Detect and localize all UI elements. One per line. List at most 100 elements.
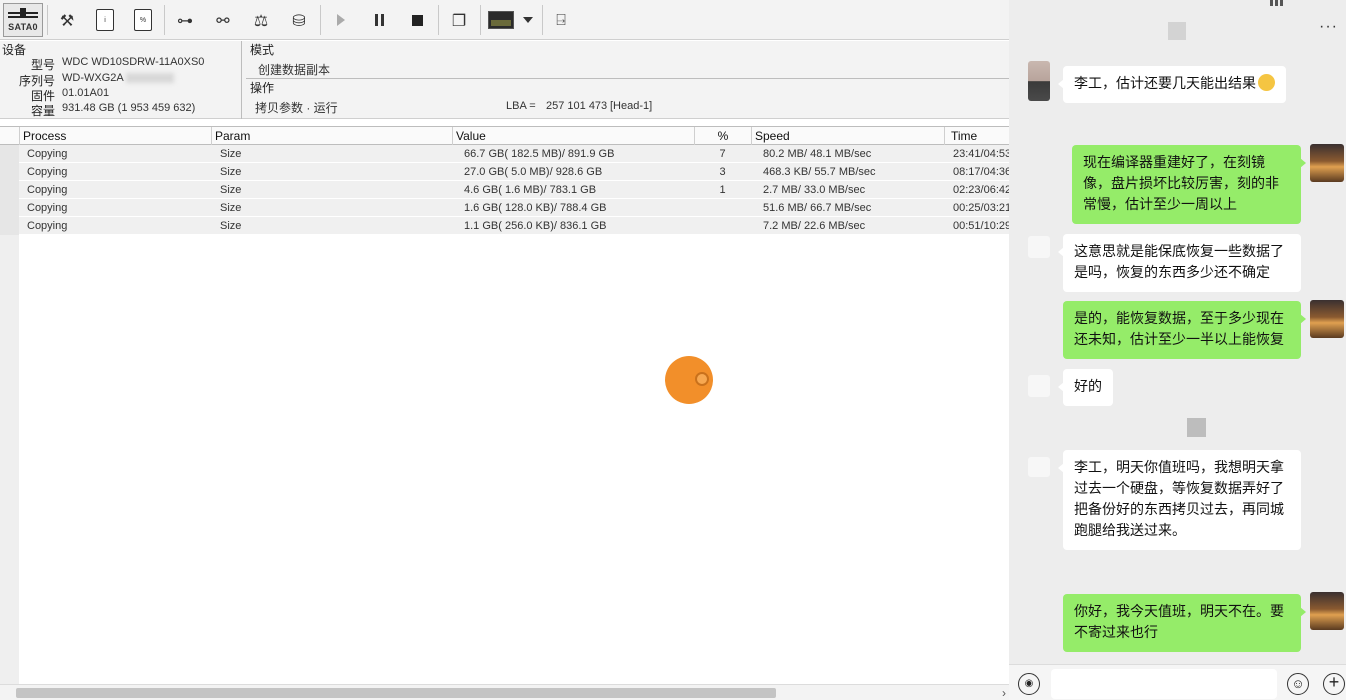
toolbar-separator (438, 5, 439, 35)
cell-time: 00:25/03:21 (953, 202, 1009, 214)
mode-panel: 模式 创建数据副本 (246, 41, 1009, 79)
more-options-icon[interactable]: ··· (1319, 18, 1338, 36)
table-row[interactable]: Copying Size 4.6 GB( 1.6 MB)/ 783.1 GB 1… (0, 181, 1009, 199)
device-firmware-row: 固件 01.01A01 (0, 87, 240, 103)
column-header-value[interactable]: Value (452, 127, 694, 145)
capacity-label: 容量 (30, 104, 55, 118)
process-table: Process Param Value % Speed Time Copying… (0, 126, 1009, 684)
toolbar: SATA0 ⚒ i % ⊶ ⚯ ⚖ ⛁ ❐ ⍈ (0, 0, 1009, 40)
cell-percent: 7 (719, 148, 726, 160)
cell-speed: 51.6 MB/ 66.7 MB/sec (763, 202, 872, 214)
column-header-process[interactable]: Process (19, 127, 211, 145)
scrollbar-thumb[interactable] (16, 688, 776, 698)
tree-button[interactable]: ⊶ (172, 3, 198, 37)
voice-input-icon[interactable]: ◉ (1018, 673, 1040, 695)
chat-message-sent: 你好，我今天值班，明天不在。要不寄过来也行 (1063, 594, 1306, 652)
avatar[interactable] (1310, 300, 1344, 338)
avatar[interactable] (1310, 592, 1344, 630)
binoculars-icon: ⚯ (216, 10, 230, 30)
column-header-percent[interactable]: % (694, 127, 751, 145)
chat-message-input[interactable] (1051, 669, 1277, 699)
avatar[interactable] (1028, 457, 1050, 477)
scale-icon: ⚖ (253, 10, 269, 30)
head-value: [Head-1] (610, 100, 653, 112)
percent-card-button[interactable]: % (130, 3, 156, 37)
search-button[interactable]: ⚯ (210, 3, 236, 37)
serial-redacted (125, 73, 174, 84)
monitor-button[interactable] (486, 3, 516, 37)
horizontal-scrollbar[interactable]: › (0, 684, 1009, 700)
sata-port-button[interactable]: SATA0 (3, 3, 43, 37)
scroll-right-icon[interactable]: › (1002, 686, 1006, 700)
cell-process: Copying (27, 202, 68, 214)
cell-value: 1.6 GB( 128.0 KB)/ 788.4 GB (464, 202, 607, 214)
emoji-picker-icon[interactable]: ☺ (1287, 673, 1309, 695)
avatar[interactable] (1028, 236, 1050, 258)
cell-process: Copying (27, 166, 68, 178)
scale-button[interactable]: ⚖ (248, 3, 274, 37)
model-label: 型号 (30, 58, 55, 72)
settings-tools-button[interactable]: ⚒ (54, 3, 80, 37)
pause-icon (374, 14, 384, 26)
avatar[interactable] (1028, 61, 1050, 101)
cell-param: Size (220, 148, 242, 160)
sata-port-icon (8, 7, 38, 18)
cell-time: 23:41/04:53 (953, 148, 1009, 160)
column-header-param[interactable]: Param (211, 127, 452, 145)
message-text: 现在编译器重建好了，在刻镜像，盘片损坏比较厉害，刻的非常慢，估计至少一周以上 (1083, 155, 1279, 213)
exit-button[interactable]: ⍈ (548, 3, 574, 37)
play-button[interactable] (328, 3, 354, 37)
lba-value: 257 101 473 (546, 100, 608, 112)
message-text: 好的 (1074, 379, 1102, 395)
signal-icon (1280, 0, 1283, 6)
chat-message-received: 好的 (1058, 369, 1113, 406)
emoji-icon (1258, 74, 1275, 91)
cell-time: 00:51/10:29 (953, 220, 1009, 232)
column-header-speed[interactable]: Speed (751, 127, 944, 145)
recovery-app-window: SATA0 ⚒ i % ⊶ ⚯ ⚖ ⛁ ❐ ⍈ 设备 型号 WDC WD10SD… (0, 0, 1009, 700)
column-header-time[interactable]: Time (944, 127, 1009, 145)
add-attachment-icon[interactable]: + (1323, 673, 1345, 695)
avatar[interactable] (1310, 144, 1344, 182)
table-row[interactable]: Copying Size 27.0 GB( 5.0 MB)/ 928.6 GB … (0, 163, 1009, 181)
stop-icon (411, 14, 423, 26)
pause-button[interactable] (366, 3, 392, 37)
table-row[interactable]: Copying Size 1.6 GB( 128.0 KB)/ 788.4 GB… (0, 199, 1009, 217)
firmware-value: 01.01A01 (62, 87, 110, 99)
cell-param: Size (220, 202, 242, 214)
stop-button[interactable] (404, 3, 430, 37)
message-text: 李工，估计还要几天能出结果 (1074, 76, 1256, 92)
row-gutter-cell (0, 163, 19, 181)
cell-process: Copying (27, 184, 68, 196)
row-gutter-cell (0, 181, 19, 199)
disk-export-button[interactable]: ⛁ (286, 3, 312, 37)
model-value: WDC WD10SDRW-11A0XS0 (62, 56, 205, 68)
monitor-icon (488, 11, 514, 29)
cell-percent (694, 217, 751, 235)
monitor-dropdown-button[interactable] (520, 3, 536, 37)
row-gutter-cell (0, 145, 19, 163)
avatar[interactable] (1028, 375, 1050, 397)
mode-panel-title: 模式 (250, 43, 275, 57)
disk-export-icon: ⛁ (292, 10, 306, 30)
serial-value: WD-WXG2A (62, 72, 174, 84)
cell-param: Size (220, 220, 242, 232)
copy-windows-button[interactable]: ❐ (446, 3, 472, 37)
lba-label: LBA = (506, 100, 536, 112)
table-row[interactable]: Copying Size 1.1 GB( 256.0 KB)/ 836.1 GB… (0, 217, 1009, 235)
cell-speed: 2.7 MB/ 33.0 MB/sec (763, 184, 866, 196)
chat-input-bar: ◉ ☺ + (1009, 664, 1346, 700)
table-row[interactable]: Copying Size 66.7 GB( 182.5 MB)/ 891.9 G… (0, 145, 1009, 163)
row-gutter-cell (0, 199, 19, 217)
sd-card-button[interactable]: i (92, 3, 118, 37)
percent-card-icon: % (134, 9, 152, 31)
timestamp-redacted (1168, 22, 1186, 40)
cell-param: Size (220, 166, 242, 178)
toolbar-separator (542, 5, 543, 35)
cell-process: Copying (27, 148, 68, 160)
sata-port-label: SATA0 (8, 21, 38, 32)
device-model-row: 型号 WDC WD10SDRW-11A0XS0 (0, 56, 240, 72)
table-header: Process Param Value % Speed Time (0, 126, 1009, 145)
cell-value: 1.1 GB( 256.0 KB)/ 836.1 GB (464, 220, 607, 232)
settings-tools-icon: ⚒ (59, 10, 75, 30)
